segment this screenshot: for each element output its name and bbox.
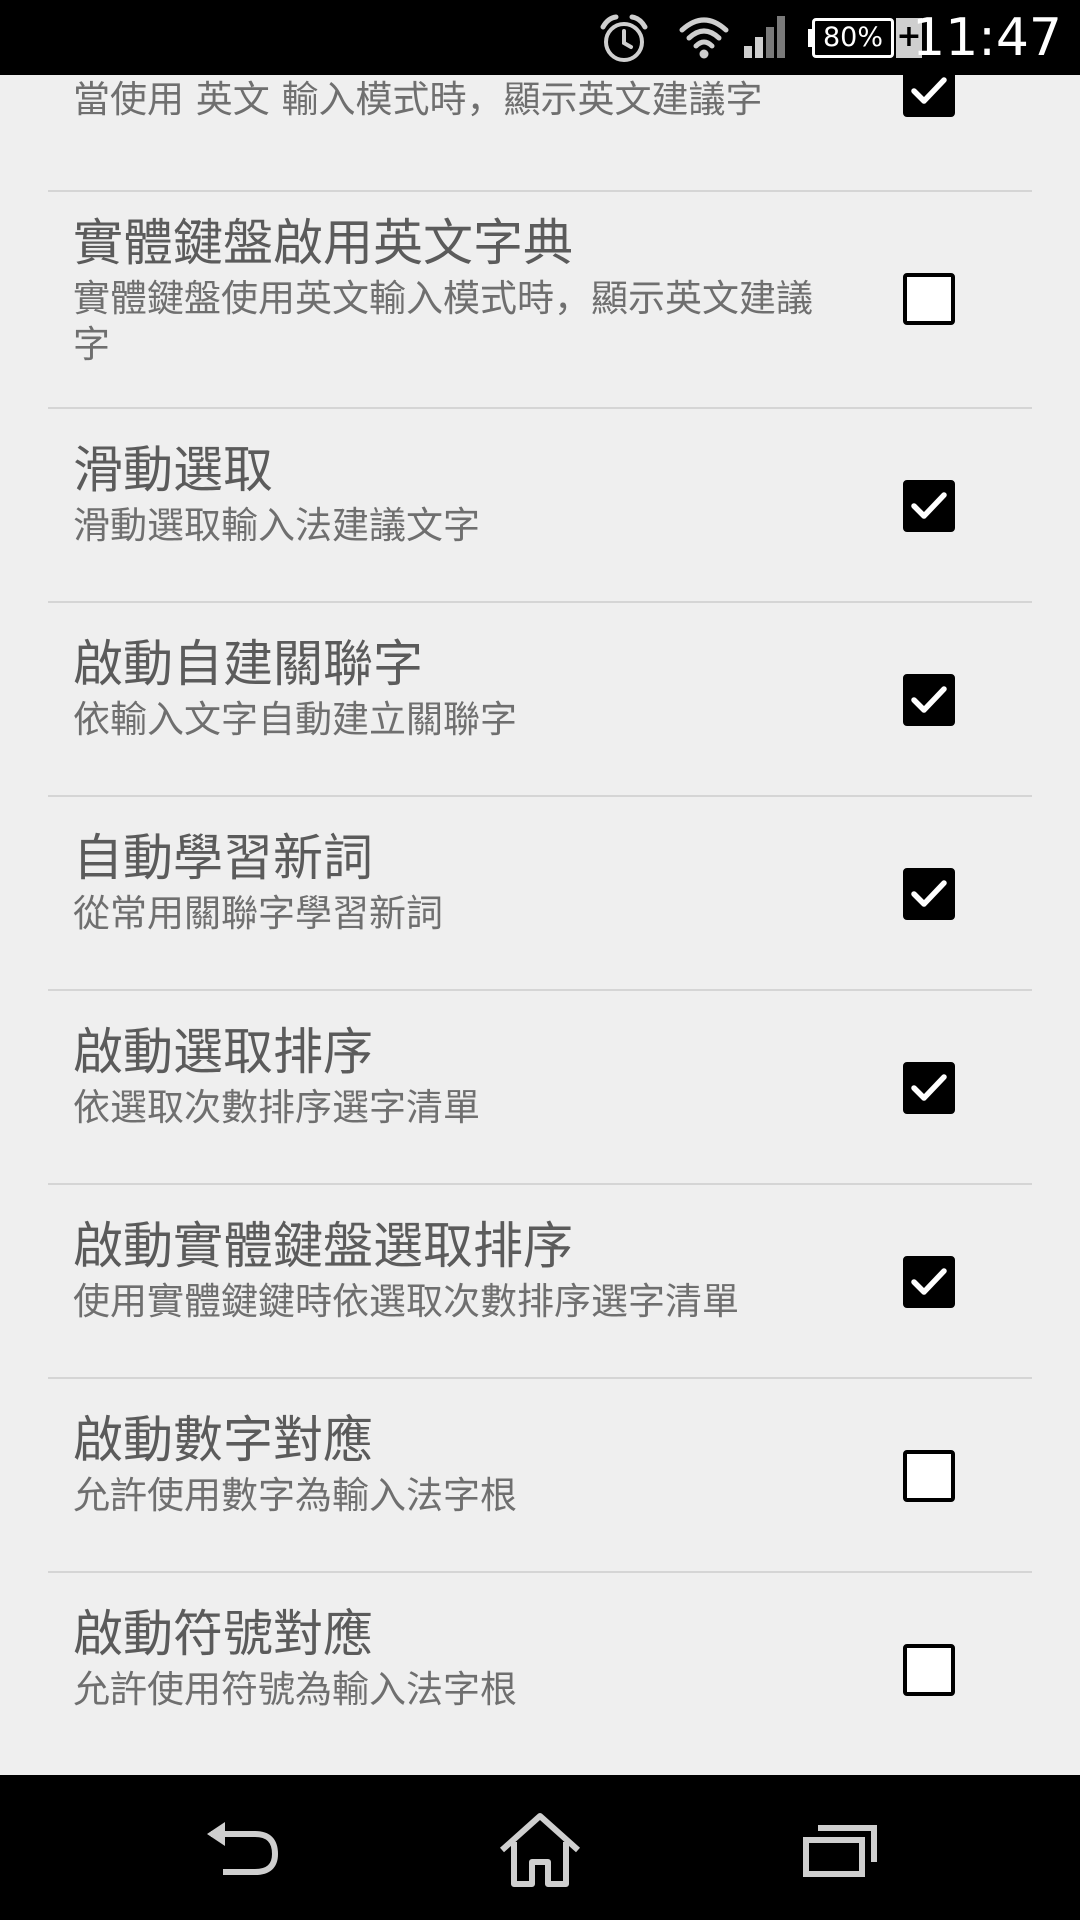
setting-title: 啟動符號對應 [73, 1605, 373, 1663]
setting-summary: 允許使用符號為輸入法字根 [73, 1668, 517, 1711]
checkbox-english-suggestions[interactable] [903, 75, 955, 117]
setting-summary: 從常用關聯字學習新詞 [73, 892, 443, 935]
checkbox-symbol-mapping[interactable] [903, 1644, 955, 1696]
recent-apps-button[interactable] [785, 1805, 895, 1895]
navigation-bar [0, 1775, 1080, 1920]
setting-physical-keyboard-english-dictionary[interactable]: 實體鍵盤啟用英文字典 實體鍵盤使用英文輸入模式時，顯示英文建議字 [0, 192, 1080, 409]
setting-summary: 當使用 英文 輸入模式時，顯示英文建議字 [73, 78, 763, 121]
setting-auto-learn-new-words[interactable]: 自動學習新詞 從常用關聯字學習新詞 [0, 797, 1080, 991]
setting-title: 自動學習新詞 [73, 829, 373, 887]
setting-english-suggestions[interactable]: 當使用 英文 輸入模式時，顯示英文建議字 [0, 75, 1080, 192]
setting-title: 實體鍵盤啟用英文字典 [73, 214, 573, 272]
setting-title: 啟動數字對應 [73, 1411, 373, 1469]
setting-number-mapping[interactable]: 啟動數字對應 允許使用數字為輸入法字根 [0, 1379, 1080, 1573]
setting-selection-sorting[interactable]: 啟動選取排序 依選取次數排序選字清單 [0, 991, 1080, 1185]
check-icon [911, 686, 947, 713]
setting-swipe-select[interactable]: 滑動選取 滑動選取輸入法建議文字 [0, 409, 1080, 603]
back-icon [207, 1822, 279, 1875]
check-icon [911, 77, 947, 104]
battery-icon: 80% + [808, 18, 922, 58]
setting-title: 滑動選取 [73, 441, 273, 499]
checkbox-physical-keyboard-selection-sorting[interactable] [903, 1256, 955, 1308]
status-bar: 80% + 11:47 [0, 0, 1080, 75]
check-icon [911, 880, 947, 907]
setting-summary: 實體鍵盤使用英文輸入模式時，顯示英文建議字 [73, 277, 813, 366]
home-button[interactable] [485, 1805, 595, 1895]
wifi-icon [678, 14, 730, 60]
setting-custom-associated-words[interactable]: 啟動自建關聯字 依輸入文字自動建立關聯字 [0, 603, 1080, 797]
back-button[interactable] [188, 1805, 298, 1895]
checkbox-number-mapping[interactable] [903, 1450, 955, 1502]
recent-apps-icon [803, 1825, 877, 1877]
setting-summary: 依輸入文字自動建立關聯字 [73, 698, 517, 741]
setting-symbol-mapping[interactable]: 啟動符號對應 允許使用符號為輸入法字根 [0, 1573, 1080, 1767]
setting-summary: 允許使用數字為輸入法字根 [73, 1474, 517, 1517]
setting-title: 啟動實體鍵盤選取排序 [73, 1217, 573, 1275]
checkbox-physical-keyboard-english-dictionary[interactable] [903, 273, 955, 325]
setting-title: 啟動自建關聯字 [73, 635, 423, 693]
setting-summary: 依選取次數排序選字清單 [73, 1086, 480, 1129]
setting-summary: 使用實體鍵鍵時依選取次數排序選字清單 [73, 1280, 739, 1323]
check-icon [911, 492, 947, 519]
checkbox-swipe-select[interactable] [903, 480, 955, 532]
cell-signal-icon [742, 16, 790, 58]
alarm-icon [598, 13, 650, 65]
settings-list[interactable]: 當使用 英文 輸入模式時，顯示英文建議字 實體鍵盤啟用英文字典 實體鍵盤使用英文… [0, 75, 1080, 1775]
setting-summary: 滑動選取輸入法建議文字 [73, 504, 480, 547]
checkbox-selection-sorting[interactable] [903, 1062, 955, 1114]
clock: 11:47 [912, 8, 1062, 68]
home-icon [499, 1813, 581, 1887]
check-icon [911, 1074, 947, 1101]
checkbox-auto-learn-new-words[interactable] [903, 868, 955, 920]
setting-title: 啟動選取排序 [73, 1023, 373, 1081]
check-icon [911, 1268, 947, 1295]
battery-percent: 80% [812, 18, 894, 58]
setting-physical-keyboard-selection-sorting[interactable]: 啟動實體鍵盤選取排序 使用實體鍵鍵時依選取次數排序選字清單 [0, 1185, 1080, 1379]
checkbox-custom-associated-words[interactable] [903, 674, 955, 726]
